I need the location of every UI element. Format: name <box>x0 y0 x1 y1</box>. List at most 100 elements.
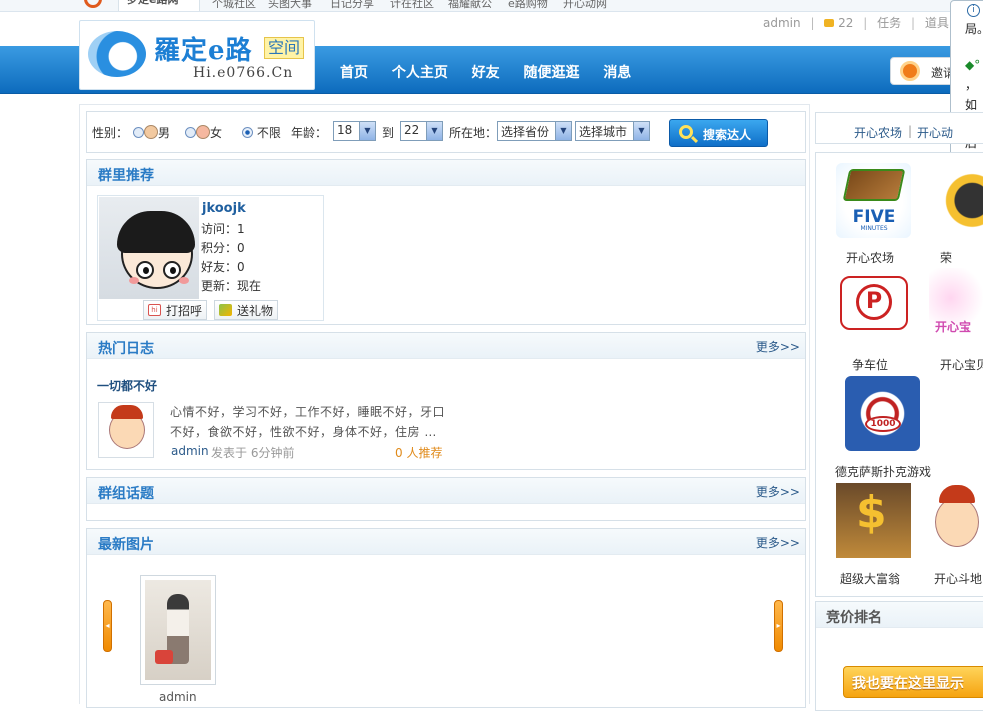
gender-label: 性别： <box>92 126 129 140</box>
greet-label: 打招呼 <box>166 304 203 318</box>
topnav-link-2[interactable]: 头图大事 <box>268 0 312 11</box>
panel-text: ◆° <box>965 58 981 72</box>
chevron-down-icon: ▼ <box>633 122 649 140</box>
panel-text: ， <box>965 78 978 92</box>
app-label[interactable]: 开心斗地 <box>934 570 982 587</box>
site-logo[interactable]: 羅定e路 空间 Hi.e0766.Cn <box>79 20 315 90</box>
search-button-label: 搜索达人 <box>703 128 752 142</box>
site-logo-icon[interactable] <box>84 0 102 8</box>
logo-domain: Hi.e0766.Cn <box>193 65 294 81</box>
tab-happy-more[interactable]: 开心动 <box>917 124 953 141</box>
radio-selected-icon <box>242 127 253 138</box>
app-monopoly-icon[interactable]: $ <box>836 483 911 558</box>
photo-bag <box>155 650 173 664</box>
photo-thumbnail[interactable] <box>140 575 216 685</box>
nav-home[interactable]: 首页 <box>340 62 368 82</box>
section-title: 群里推荐 <box>98 168 154 184</box>
blog-post-title[interactable]: 一切都不好 <box>97 377 157 394</box>
more-link[interactable]: 更多>> <box>756 534 800 551</box>
blog-author-avatar[interactable] <box>98 402 154 458</box>
nav-friends[interactable]: 好友 <box>472 62 500 82</box>
avatar-hair <box>117 211 195 253</box>
age-to-select[interactable]: 22 ▼ <box>400 121 443 141</box>
logo-space: 空间 <box>264 37 305 59</box>
section-header: 群组话题 更多>> <box>87 478 805 504</box>
tab-happy-farm[interactable]: 开心农场 <box>854 124 902 141</box>
coins-link[interactable]: 22 <box>824 16 853 30</box>
avatar-hat <box>111 405 143 419</box>
gender-female-option[interactable]: 女 <box>185 124 222 141</box>
panel-text: 局。 <box>965 22 983 36</box>
blog-author-link[interactable]: admin <box>171 444 209 458</box>
app-label[interactable]: 争车位 <box>852 356 888 373</box>
username-link[interactable]: admin <box>763 16 801 30</box>
radio-icon <box>185 127 196 138</box>
nav-profile[interactable]: 个人主页 <box>392 62 448 82</box>
section-header: 群里推荐 <box>87 160 805 186</box>
province-select[interactable]: 选择省份 ▼ <box>497 121 572 141</box>
age-to-value: 22 <box>404 123 420 137</box>
nav-browse[interactable]: 随便逛逛 <box>523 62 579 82</box>
nav-messages[interactable]: 消息 <box>603 62 631 82</box>
radio-icon <box>133 127 144 138</box>
gift-icon <box>219 304 232 316</box>
app-label[interactable]: 开心宝贝 <box>940 356 983 373</box>
app-label[interactable]: 开心农场 <box>846 249 894 266</box>
topnav-link-4[interactable]: 计在社区 <box>390 0 434 11</box>
greet-button[interactable]: hi 打招呼 <box>143 300 208 320</box>
blog-excerpt: 不好，食欲不好，性欲不好，身体不好，住房 … <box>170 425 437 439</box>
carousel-next-button[interactable]: ▸ <box>774 600 783 652</box>
topnav-link-3[interactable]: 日记分享 <box>330 0 374 11</box>
more-link[interactable]: 更多>> <box>756 483 800 500</box>
tasks-link[interactable]: 任务 <box>877 16 901 30</box>
member-updated: 更新：现在 <box>201 279 262 293</box>
app-landlord-icon[interactable] <box>929 483 983 558</box>
member-avatar[interactable] <box>99 197 199 299</box>
topnav-link-5[interactable]: 福耀献公 <box>448 0 492 11</box>
boy-icon <box>144 125 158 139</box>
app-label[interactable]: 超级大富翁 <box>840 570 900 587</box>
five-text: FIVE <box>852 207 896 227</box>
divider: | <box>863 16 868 30</box>
app-happy-farm-icon[interactable]: FIVE MINUTES <box>836 163 911 238</box>
member-name-link[interactable]: jkoojk <box>202 201 246 216</box>
props-link[interactable]: 道具 <box>925 16 949 30</box>
carousel-prev-button[interactable]: ◂ <box>103 600 112 652</box>
app-label[interactable]: 德克萨斯扑克游戏 <box>835 463 931 480</box>
member-points: 积分：0 <box>201 241 245 255</box>
app-game2-icon[interactable] <box>929 163 983 238</box>
show-here-button[interactable]: 我也要在这里显示 <box>843 666 983 698</box>
logo-swirl-icon <box>88 31 146 77</box>
age-label: 年龄： <box>291 126 328 140</box>
age-from-select[interactable]: 18 ▼ <box>333 121 376 141</box>
invite-icon <box>900 61 920 81</box>
app-parking-icon[interactable]: P <box>836 268 911 343</box>
blog-posted-time: 发表于 6分钟前 <box>211 446 295 460</box>
coins-count: 22 <box>838 16 854 30</box>
photo-image <box>145 580 211 680</box>
search-filter-bar: 性别： 男 女 不限 年龄： 18 ▼ 到 22 ▼ 所在地： 选择省份 ▼ 选择城市… <box>86 111 806 153</box>
app-poker-icon[interactable]: 1000 <box>845 376 920 451</box>
gift-button[interactable]: 送礼物 <box>214 300 279 320</box>
avatar-blush <box>179 277 189 284</box>
any-label: 不限 <box>256 126 281 140</box>
chevron-down-icon: ▼ <box>555 122 571 140</box>
minutes-text: MINUTES <box>860 225 888 232</box>
app-label[interactable]: 荣 <box>940 249 952 266</box>
topnav-link-6[interactable]: e路购物 <box>508 0 548 11</box>
hi-icon: hi <box>148 304 161 316</box>
app-happy-baby-icon[interactable]: 开心宝 <box>929 268 983 343</box>
tab-e0766[interactable]: 罗定e路网 <box>118 0 200 11</box>
more-link[interactable]: 更多>> <box>756 338 800 355</box>
topnav-link-1[interactable]: 个城社区 <box>212 0 256 11</box>
topnav-link-7[interactable]: 开心动网 <box>563 0 607 11</box>
blog-recommend-count[interactable]: 0 人推荐 <box>395 444 442 461</box>
divider: | <box>810 16 815 30</box>
divider: | <box>910 16 916 30</box>
gender-any-option[interactable]: 不限 <box>242 124 281 141</box>
search-button[interactable]: 搜索达人 <box>669 119 768 147</box>
logo-brand: 羅定e路 <box>154 36 253 66</box>
gender-male-option[interactable]: 男 <box>133 124 170 141</box>
chevron-down-icon: ▼ <box>359 122 375 140</box>
city-select[interactable]: 选择城市 ▼ <box>575 121 650 141</box>
